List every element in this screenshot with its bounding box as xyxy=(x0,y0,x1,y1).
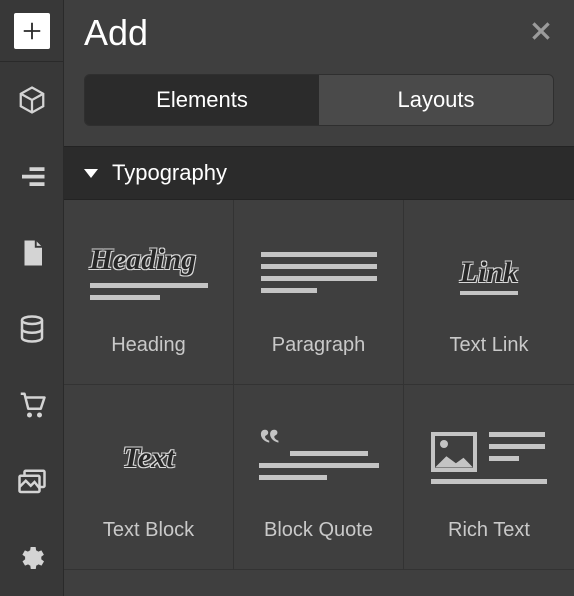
images-icon xyxy=(17,467,47,497)
cart-icon xyxy=(17,390,47,420)
panel-title: Add xyxy=(84,12,148,54)
element-label: Block Quote xyxy=(264,519,373,542)
element-paragraph[interactable]: Paragraph xyxy=(234,200,404,385)
rail-settings-button[interactable] xyxy=(0,520,64,596)
element-heading[interactable]: Heading Heading xyxy=(64,200,234,385)
chevron-down-icon xyxy=(84,169,98,178)
tab-elements[interactable]: Elements xyxy=(85,75,319,125)
rail-pages-button[interactable] xyxy=(0,215,64,291)
element-label: Text Block xyxy=(103,519,194,542)
close-button[interactable] xyxy=(528,18,554,49)
layers-icon xyxy=(17,161,47,191)
panel-tabs: Elements Layouts xyxy=(84,74,554,126)
rail-cms-button[interactable] xyxy=(0,291,64,367)
left-rail xyxy=(0,0,64,596)
database-icon xyxy=(17,314,47,344)
link-icon: Link xyxy=(429,238,549,308)
rail-add-button[interactable] xyxy=(0,0,64,61)
gear-icon xyxy=(17,543,47,573)
rich-text-icon xyxy=(429,423,549,493)
element-label: Rich Text xyxy=(448,519,530,542)
add-panel: Add Elements Layouts Typography Heading xyxy=(64,0,574,596)
elements-grid: Heading Heading Paragraph xyxy=(64,200,574,570)
cube-icon xyxy=(17,85,47,115)
paragraph-icon xyxy=(259,238,379,308)
element-text-link[interactable]: Link Text Link xyxy=(404,200,574,385)
rail-structure-button[interactable] xyxy=(0,138,64,214)
plus-icon xyxy=(14,13,50,49)
element-label: Heading xyxy=(111,334,186,357)
element-text-block[interactable]: Text Text Block xyxy=(64,385,234,570)
rail-ecommerce-button[interactable] xyxy=(0,367,64,443)
rail-blocks-button[interactable] xyxy=(0,62,64,138)
element-label: Text Link xyxy=(450,334,529,357)
tab-layouts[interactable]: Layouts xyxy=(319,75,553,125)
panel-header: Add xyxy=(64,0,574,68)
element-block-quote[interactable]: ” Block Quote xyxy=(234,385,404,570)
quote-icon: ” xyxy=(259,423,379,493)
element-rich-text[interactable]: Rich Text xyxy=(404,385,574,570)
section-typography-header[interactable]: Typography xyxy=(64,146,574,200)
heading-icon: Heading xyxy=(89,238,209,308)
close-icon xyxy=(528,18,554,44)
element-label: Paragraph xyxy=(272,334,365,357)
section-title: Typography xyxy=(112,160,227,186)
app-root: Add Elements Layouts Typography Heading xyxy=(0,0,574,596)
text-icon: Text xyxy=(89,423,209,493)
page-icon xyxy=(17,238,47,268)
rail-assets-button[interactable] xyxy=(0,443,64,519)
